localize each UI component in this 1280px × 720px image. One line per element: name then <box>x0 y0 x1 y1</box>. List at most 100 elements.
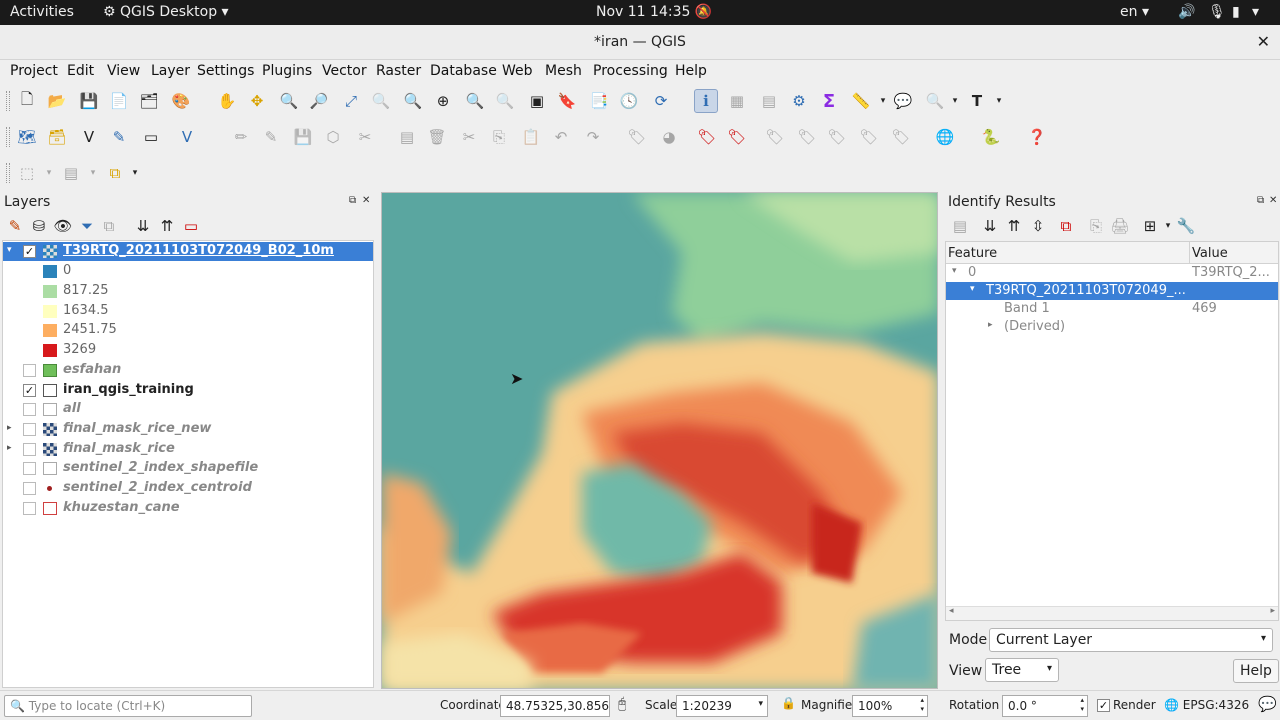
layer-item-t39rtq[interactable]: ▾ ✓ T39RTQ_20211103T072049_B02_10m <box>3 242 373 261</box>
crs-button[interactable]: 🌐 EPSG:4326 <box>1164 698 1249 712</box>
redo-icon[interactable]: ↷ <box>582 126 604 148</box>
filter-legend-icon[interactable]: ⏷ <box>76 215 98 237</box>
new-map-view-icon[interactable]: ▣ <box>526 90 548 112</box>
field-calculator-icon[interactable]: ▤ <box>758 90 780 112</box>
menu-plugins[interactable]: Plugins <box>262 63 312 79</box>
zoom-native-icon[interactable]: ⊕ <box>432 90 454 112</box>
move-label-icon[interactable]: 🏷 <box>796 126 818 148</box>
collapse-arrow-icon[interactable]: ▾ <box>7 245 12 255</box>
save-project-icon[interactable]: 💾 <box>78 90 100 112</box>
toolbar-grip[interactable] <box>6 91 10 111</box>
vertex-tool-icon[interactable]: ✂ <box>354 126 376 148</box>
annotation-dropdown-chevron-icon[interactable]: ▾ <box>988 90 1010 112</box>
layer-item-iran-qgis-training[interactable]: ✓ iran_qgis_training <box>3 381 373 400</box>
menu-vector[interactable]: Vector <box>322 63 367 79</box>
measure-line-icon[interactable]: 📏 <box>850 90 872 112</box>
view-select[interactable]: Tree ▾ <box>985 658 1059 682</box>
rotate-label-icon[interactable]: 🏷 <box>826 126 848 148</box>
text-annotation-icon[interactable]: T <box>966 90 988 112</box>
add-group-icon[interactable]: ⛁ <box>28 215 50 237</box>
python-console-icon[interactable]: 🐍 <box>980 126 1002 148</box>
expand-arrow-icon[interactable]: ▸ <box>988 320 993 330</box>
menu-help[interactable]: Help <box>675 63 707 79</box>
expand-all-icon[interactable]: ⇊ <box>132 215 154 237</box>
language-indicator[interactable]: en ▾ <box>1120 4 1149 20</box>
save-edits-icon[interactable]: 💾 <box>292 126 314 148</box>
help-contents-icon[interactable]: ❓ <box>1026 126 1048 148</box>
locator-search-input[interactable]: 🔍 Type to locate (Ctrl+K) <box>4 695 252 717</box>
open-styling-icon[interactable]: ✎ <box>4 215 26 237</box>
magnifier-spinbox[interactable]: 100% ▴ ▾ <box>852 695 928 717</box>
expand-new-results-icon[interactable]: ⇊ <box>979 215 1001 237</box>
result-row[interactable]: Band 1 469 <box>946 300 1278 318</box>
collapse-all-icon[interactable]: ⇈ <box>156 215 178 237</box>
menu-layer[interactable]: Layer <box>151 63 190 79</box>
statistical-summary-icon[interactable]: Σ <box>818 90 840 112</box>
add-feature-icon[interactable]: ⬡ <box>322 126 344 148</box>
coordinate-field[interactable]: 48.75325,30.85640 <box>500 695 610 717</box>
layer-visibility-checkbox[interactable] <box>23 364 36 377</box>
expand-arrow-icon[interactable]: ▸ <box>7 423 12 433</box>
zoom-selection-icon[interactable]: 🔍 <box>370 90 392 112</box>
open-project-icon[interactable]: 📂 <box>46 90 68 112</box>
new-shapefile-icon[interactable]: V <box>78 126 100 148</box>
layer-visibility-checkbox[interactable]: ✓ <box>23 384 36 397</box>
menu-processing[interactable]: Processing <box>593 63 668 79</box>
result-row[interactable]: ▾ T39RTQ_20211103T072049_... <box>946 282 1278 300</box>
toggle-extents-icon[interactable]: 🖰 <box>618 696 626 712</box>
data-source-manager-icon[interactable]: 🗺 <box>16 126 38 148</box>
style-manager-icon[interactable]: 🎨 <box>170 90 192 112</box>
new-virtual-layer-icon[interactable]: V <box>176 126 198 148</box>
layer-item-esfahan[interactable]: esfahan <box>3 361 373 380</box>
deselect-dropdown-chevron-icon[interactable]: ▾ <box>124 162 146 184</box>
menu-database[interactable]: Database <box>430 63 497 79</box>
select-value-dropdown-chevron-icon[interactable]: ▾ <box>82 162 104 184</box>
deselect-all-icon[interactable]: ⧉ <box>104 162 126 184</box>
highlight-pinned-labels-icon[interactable]: 🏷 <box>696 126 718 148</box>
menu-raster[interactable]: Raster <box>376 63 421 79</box>
layer-visibility-checkbox[interactable] <box>23 423 36 436</box>
zoom-full-icon[interactable]: ⤢ <box>340 90 362 112</box>
layer-visibility-checkbox[interactable] <box>23 462 36 475</box>
activities-button[interactable]: Activities <box>10 4 74 20</box>
expand-all-results-icon[interactable]: ⇳ <box>1027 215 1049 237</box>
zoom-next-icon[interactable]: 🔍 <box>494 90 516 112</box>
toggle-editing-icon[interactable]: ✎ <box>260 126 282 148</box>
show-bookmarks-icon[interactable]: 📑 <box>588 90 610 112</box>
plugin-globe-icon[interactable]: 🌐 <box>934 126 956 148</box>
close-icon[interactable]: ✕ <box>1257 32 1270 51</box>
float-panel-icon[interactable]: ⧉ <box>1257 195 1264 206</box>
layer-item-sentinel-2-index-shapefile[interactable]: sentinel_2_index_shapefile <box>3 459 373 478</box>
toolbar-grip[interactable] <box>6 163 10 183</box>
print-response-icon[interactable]: 🖨 <box>1109 215 1131 237</box>
volume-icon[interactable]: 🔊 <box>1178 4 1195 20</box>
layer-item-final-mask-rice-new[interactable]: ▸ final_mask_rice_new <box>3 420 373 439</box>
collapse-arrow-icon[interactable]: ▾ <box>970 284 975 294</box>
float-panel-icon[interactable]: ⧉ <box>349 195 356 206</box>
filter-expression-icon[interactable]: ⧉ <box>98 215 120 237</box>
close-panel-icon[interactable]: ✕ <box>1269 195 1277 206</box>
help-button[interactable]: Help <box>1233 659 1279 683</box>
expand-arrow-icon[interactable]: ▸ <box>7 443 12 453</box>
layer-item-all[interactable]: all <box>3 400 373 419</box>
select-dropdown-chevron-icon[interactable]: ▾ <box>38 162 60 184</box>
layer-item-khuzestan-cane[interactable]: khuzestan_cane <box>3 499 373 518</box>
new-project-icon[interactable]: 🗋 <box>16 90 38 112</box>
identify-features-icon[interactable]: ℹ <box>694 89 718 113</box>
horizontal-scrollbar[interactable]: ◂ ▸ <box>946 606 1278 620</box>
mode-select[interactable]: Current Layer ▾ <box>989 628 1273 652</box>
new-spatialite-icon[interactable]: ✎ <box>108 126 130 148</box>
layer-visibility-checkbox[interactable] <box>23 403 36 416</box>
scale-combo[interactable]: 1:20239 ▾ <box>676 695 768 717</box>
menu-web[interactable]: Web <box>502 63 533 79</box>
close-panel-icon[interactable]: ✕ <box>362 195 370 206</box>
layer-visibility-checkbox[interactable]: ✓ <box>23 245 36 258</box>
expand-tree-icon[interactable]: ▤ <box>949 215 971 237</box>
result-row[interactable]: ▾ 0 T39RTQ_2... <box>946 264 1278 282</box>
copy-features-icon[interactable]: ⎘ <box>488 126 510 148</box>
layer-visibility-checkbox[interactable] <box>23 502 36 515</box>
modify-attributes-icon[interactable]: ▤ <box>396 126 418 148</box>
temporal-controller-icon[interactable]: 🕓 <box>618 90 640 112</box>
delete-selected-icon[interactable]: 🗑 <box>426 126 448 148</box>
layer-item-final-mask-rice[interactable]: ▸ final_mask_rice <box>3 440 373 459</box>
